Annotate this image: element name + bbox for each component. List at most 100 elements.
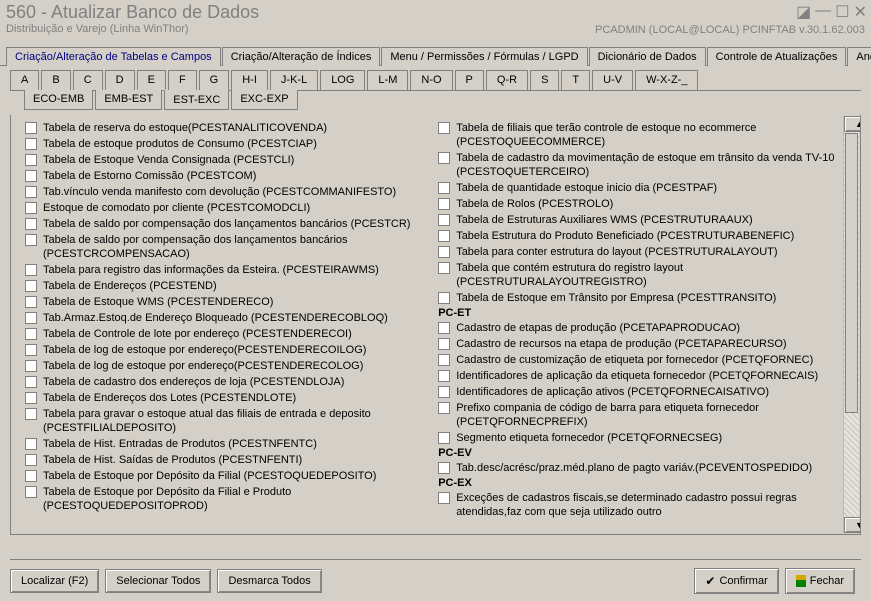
letter-tabs: ABCDEFGH-IJ-K-LLOGL-MN-OPQ-RSTU-VW-X-Z-_ (0, 66, 871, 90)
main-tab[interactable]: Dicionário de Dados (589, 47, 706, 66)
checkbox[interactable] (25, 218, 37, 230)
letter-tab[interactable]: W-X-Z-_ (635, 70, 698, 90)
checkbox[interactable] (25, 138, 37, 150)
section-header: PC-EX (438, 477, 848, 489)
checkbox[interactable] (438, 152, 450, 164)
list-item: Tabela de Rolos (PCESTROLO) (438, 197, 848, 211)
sub-tab[interactable]: EMB-EST (95, 90, 162, 110)
checkbox[interactable] (438, 432, 450, 444)
vertical-scrollbar[interactable]: ▲ ▼ (843, 116, 859, 533)
find-button[interactable]: Localizar (F2) (10, 569, 99, 593)
close-icon[interactable]: ✕ (854, 2, 867, 22)
list-item: Tabela Estrutura do Produto Beneficiado … (438, 229, 848, 243)
checkbox[interactable] (25, 170, 37, 182)
select-all-button[interactable]: Selecionar Todos (105, 569, 211, 593)
confirm-button[interactable]: Confirmar (694, 568, 778, 594)
list-item: Exceções de cadastros fiscais,se determi… (438, 491, 848, 519)
main-tab[interactable]: Criação/Alteração de Tabelas e Campos (6, 47, 221, 66)
list-item: Tabela de Hist. Entradas de Produtos (PC… (25, 437, 432, 451)
checkbox[interactable] (25, 186, 37, 198)
letter-tab[interactable]: LOG (320, 70, 365, 90)
checkbox[interactable] (25, 360, 37, 372)
item-label: Tabela de Estoque em Trânsito por Empres… (456, 291, 776, 305)
checkbox[interactable] (25, 154, 37, 166)
main-tab[interactable]: Menu / Permissões / Fórmulas / LGPD (381, 47, 587, 66)
item-label: Cadastro de recursos na etapa de produçã… (456, 337, 786, 351)
checkbox[interactable] (25, 280, 37, 292)
letter-tab[interactable]: G (199, 70, 230, 90)
checkbox[interactable] (438, 462, 450, 474)
checkbox[interactable] (25, 408, 37, 420)
checkbox[interactable] (25, 122, 37, 134)
checkbox[interactable] (25, 234, 37, 246)
checkbox[interactable] (438, 182, 450, 194)
letter-tab[interactable]: H-I (231, 70, 268, 90)
list-item: Identificadores de aplicação ativos (PCE… (438, 385, 848, 399)
letter-tab[interactable]: Q-R (486, 70, 528, 90)
list-item: Tabela de saldo por compensação dos lanç… (25, 217, 432, 231)
checkbox[interactable] (438, 246, 450, 258)
checkbox[interactable] (25, 202, 37, 214)
checkbox[interactable] (438, 370, 450, 382)
deselect-all-button[interactable]: Desmarca Todos (217, 569, 321, 593)
list-item: Prefixo compania de código de barra para… (438, 401, 848, 429)
checkbox[interactable] (25, 438, 37, 450)
letter-tab[interactable]: L-M (367, 70, 408, 90)
list-item: Tabela para registro das informações da … (25, 263, 432, 277)
checkbox[interactable] (438, 322, 450, 334)
checkbox[interactable] (25, 296, 37, 308)
checkbox[interactable] (25, 470, 37, 482)
checkbox[interactable] (25, 454, 37, 466)
close-button[interactable]: Fechar (785, 568, 855, 594)
scroll-up-icon[interactable]: ▲ (844, 116, 861, 132)
checkbox[interactable] (438, 386, 450, 398)
checkbox[interactable] (438, 262, 450, 274)
letter-tab[interactable]: U-V (592, 70, 633, 90)
letter-tab[interactable]: P (455, 70, 484, 90)
main-tab[interactable]: Controle de Atualizações (707, 47, 847, 66)
item-label: Tabela de cadastro da movimentação de es… (456, 151, 848, 179)
sub-tabs: ECO-EMBEMB-ESTEST-EXCEXC-EXP (10, 90, 861, 111)
sub-tab[interactable]: EST-EXC (164, 90, 229, 110)
letter-tab[interactable]: S (530, 70, 559, 90)
checkbox[interactable] (438, 354, 450, 366)
letter-tab[interactable]: C (73, 70, 103, 90)
checkbox[interactable] (438, 230, 450, 242)
letter-tab[interactable]: J-K-L (270, 70, 318, 90)
scroll-thumb[interactable] (845, 133, 858, 413)
checkbox[interactable] (25, 486, 37, 498)
main-tab[interactable]: Andame (847, 47, 871, 66)
checkbox[interactable] (438, 198, 450, 210)
checkbox[interactable] (25, 344, 37, 356)
checkbox[interactable] (25, 328, 37, 340)
letter-tab[interactable]: N-O (410, 70, 452, 90)
checkbox[interactable] (438, 338, 450, 350)
letter-tab[interactable]: F (168, 70, 197, 90)
checkbox[interactable] (25, 312, 37, 324)
letter-tab[interactable]: E (137, 70, 166, 90)
letter-tab[interactable]: T (561, 70, 590, 90)
letter-tab[interactable]: D (105, 70, 135, 90)
checkbox[interactable] (25, 264, 37, 276)
checkbox[interactable] (25, 376, 37, 388)
checkbox[interactable] (438, 292, 450, 304)
letter-tab[interactable]: A (10, 70, 39, 90)
door-icon (796, 575, 806, 587)
checkbox[interactable] (438, 214, 450, 226)
sub-tab[interactable]: ECO-EMB (24, 90, 93, 110)
item-label: Tabela de Endereços dos Lotes (PCESTENDL… (43, 391, 296, 405)
minimize-icon[interactable]: ― (815, 2, 831, 22)
letter-tab[interactable]: B (41, 70, 70, 90)
edit-icon[interactable]: ◪ (796, 2, 811, 22)
main-tab[interactable]: Criação/Alteração de Índices (222, 47, 381, 66)
item-label: Prefixo compania de código de barra para… (456, 401, 848, 429)
checkbox[interactable] (25, 392, 37, 404)
maximize-icon[interactable]: ☐ (835, 2, 849, 22)
checkbox[interactable] (438, 492, 450, 504)
checkbox[interactable] (438, 402, 450, 414)
sub-tab[interactable]: EXC-EXP (231, 90, 297, 110)
item-label: Exceções de cadastros fiscais,se determi… (456, 491, 848, 519)
item-label: Tabela que contém estrutura do registro … (456, 261, 848, 289)
scroll-down-icon[interactable]: ▼ (844, 517, 861, 533)
checkbox[interactable] (438, 122, 450, 134)
